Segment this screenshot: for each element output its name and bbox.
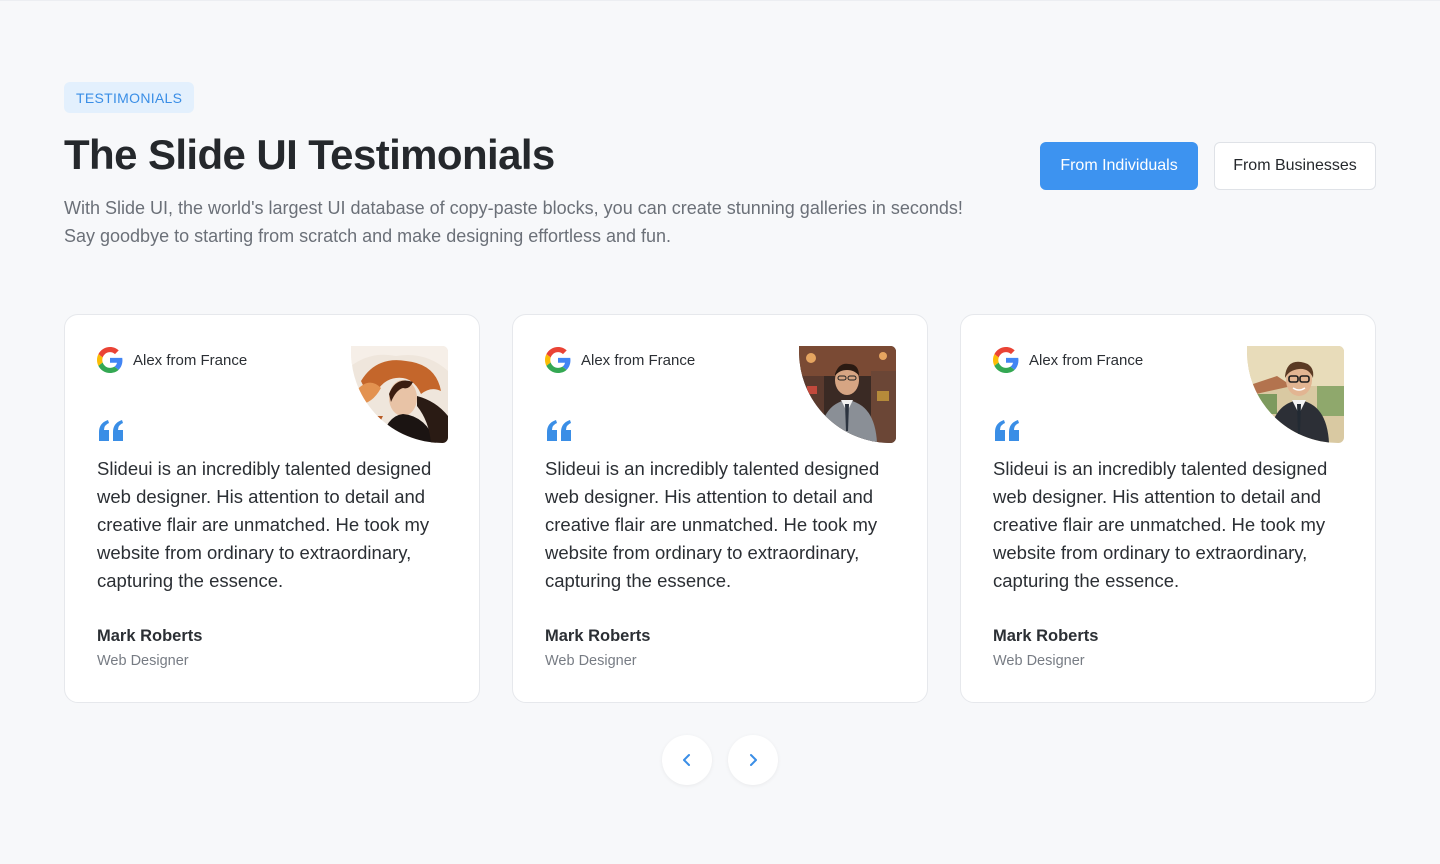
man-suit-portrait-image (799, 346, 896, 443)
google-icon (545, 347, 571, 373)
page-title: The Slide UI Testimonials (64, 131, 555, 178)
reviewer-name: Alex from France (133, 351, 248, 369)
card-header: Alex from France (545, 347, 695, 373)
testimonials-section: TESTIMONIALS The Slide UI Testimonials W… (0, 0, 1440, 864)
author-role: Web Designer (97, 653, 189, 669)
testimonial-carousel: Alex from France Slideui is an incredibl… (64, 314, 1376, 703)
google-icon (97, 347, 123, 373)
author-name: Mark Roberts (97, 627, 203, 645)
chevron-right-icon (750, 754, 757, 766)
previous-button[interactable] (662, 735, 712, 785)
card-header: Alex from France (97, 347, 247, 373)
woman-portrait-image (351, 346, 448, 443)
from-businesses-button[interactable]: From Businesses (1214, 142, 1376, 190)
author-role: Web Designer (993, 653, 1085, 669)
testimonial-card: Alex from France Slideui is an incredibl… (512, 314, 928, 703)
card-header: Alex from France (993, 347, 1143, 373)
reviewer-photo (351, 346, 448, 443)
testimonial-quote: Slideui is an incredibly talented design… (97, 458, 432, 591)
reviewer-name: Alex from France (1029, 351, 1144, 369)
next-button[interactable] (728, 735, 778, 785)
section-badge: TESTIMONIALS (64, 82, 195, 113)
google-icon (993, 347, 1019, 373)
author-name: Mark Roberts (993, 627, 1099, 645)
man-glasses-portrait-image (1247, 346, 1344, 443)
reviewer-photo (1247, 346, 1344, 443)
chevron-left-icon (683, 754, 690, 766)
testimonial-card: Alex from France Slideui is an incredibl… (960, 314, 1376, 703)
quote-icon (995, 420, 1019, 441)
quote-icon (99, 420, 123, 441)
reviewer-photo (799, 346, 896, 443)
testimonial-quote: Slideui is an incredibly talented design… (993, 458, 1328, 591)
author-name: Mark Roberts (545, 627, 651, 645)
reviewer-name: Alex from France (581, 351, 696, 369)
page-subtitle: With Slide UI, the world's largest UI da… (64, 198, 963, 246)
author-role: Web Designer (545, 653, 637, 669)
from-individuals-button[interactable]: From Individuals (1040, 142, 1198, 190)
testimonial-quote: Slideui is an incredibly talented design… (545, 458, 880, 591)
quote-icon (547, 420, 571, 441)
testimonial-card: Alex from France Slideui is an incredibl… (64, 314, 480, 703)
